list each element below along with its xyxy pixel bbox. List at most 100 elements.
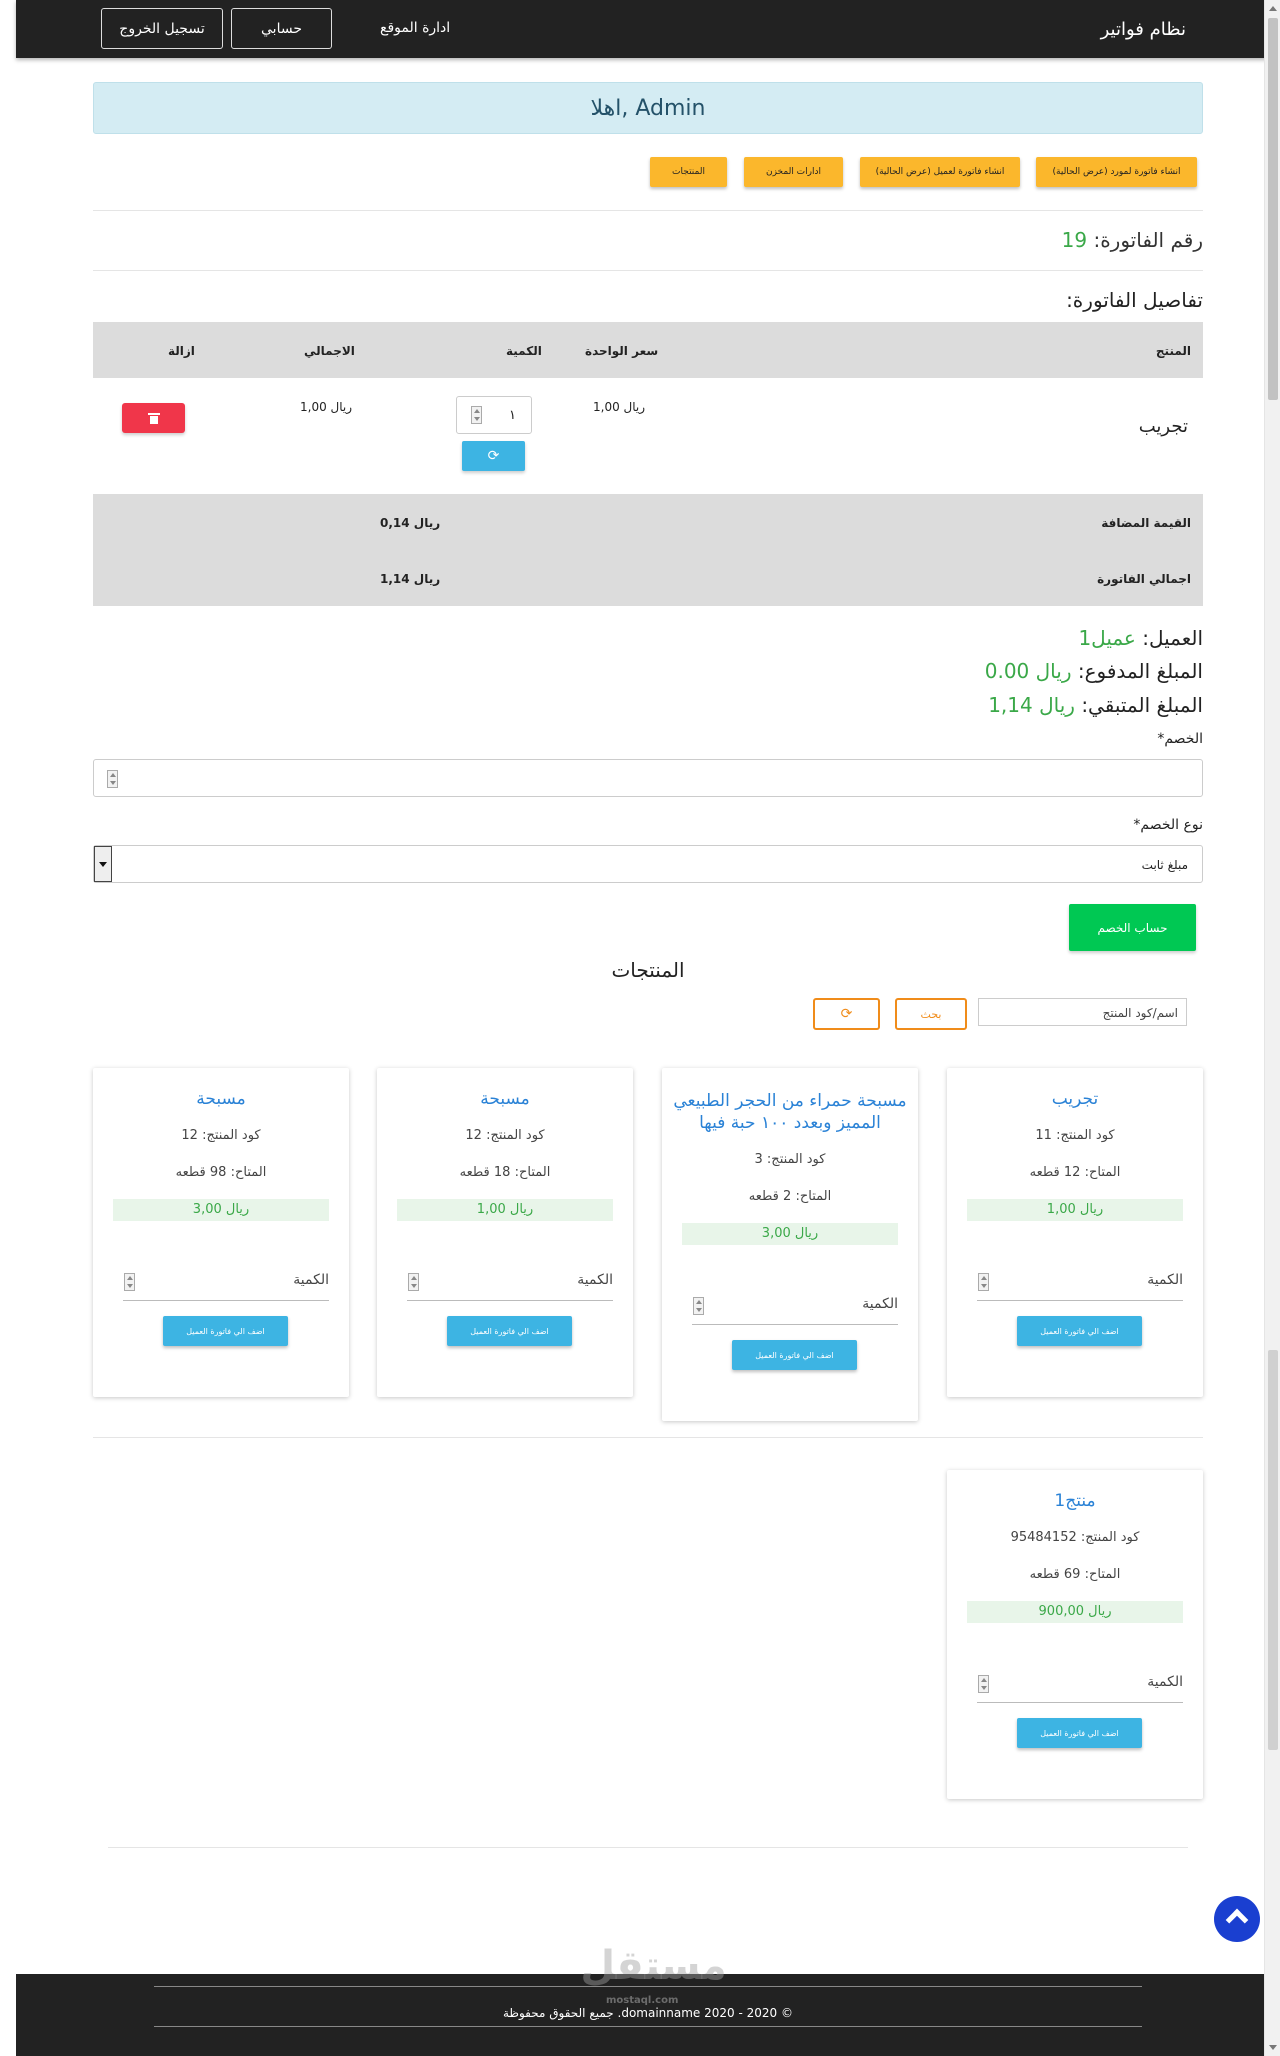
row-product-name: تجريب [1138, 416, 1188, 437]
account-button[interactable]: حسابي [231, 8, 332, 49]
discount-label: الخصم* [1157, 731, 1203, 747]
footer-copyright: © 2020 - 2020 domainname. جميع الحقوق مح… [502, 2006, 794, 2020]
navbar: نظام فواتير ادارة الموقع حسابي تسجيل الخ… [16, 0, 1280, 58]
product-card-qty-input[interactable] [692, 1324, 898, 1325]
spinner-icon[interactable] [693, 1297, 704, 1315]
scroll-down-icon[interactable] [1269, 2045, 1277, 2050]
product-card-qty-label: الكمية [577, 1272, 613, 1288]
col-unit-price: سعر الواحدة [585, 344, 659, 358]
discount-type-label: نوع الخصم* [1133, 817, 1203, 833]
product-card-code: كود المنتج: 3 [754, 1152, 826, 1167]
vat-value: ريال 0,14 [380, 516, 441, 530]
refresh-icon: ⟳ [487, 448, 500, 464]
product-card-code: كود المنتج: 11 [1035, 1128, 1115, 1143]
remove-item-button[interactable] [122, 403, 185, 433]
divider [93, 270, 1203, 271]
invoice-number-label: رقم الفاتورة: [1093, 228, 1203, 252]
paid-info: المبلغ المدفوع: ريال 0.00 [985, 659, 1203, 683]
product-card-stock: المتاح: 98 قطعه [175, 1165, 267, 1180]
add-to-client-invoice-button[interactable]: اضف الي فاتورة العميل [732, 1340, 857, 1370]
chevron-down-icon[interactable] [94, 846, 112, 882]
product-card-stock: المتاح: 12 قطعه [1029, 1165, 1121, 1180]
refresh-icon: ⟳ [840, 1006, 853, 1022]
product-card-price: ريال 1,00 [967, 1199, 1183, 1221]
invoice-details-title: تفاصيل الفاتورة: [1066, 288, 1203, 312]
product-card: مسبحة كود المنتج: 12 المتاح: 18 قطعه ريا… [377, 1068, 633, 1397]
product-card-code: كود المنتج: 12 [181, 1128, 261, 1143]
row-unit-price: ريال 1,00 [593, 400, 646, 414]
logout-button[interactable]: تسجيل الخروج [101, 8, 223, 49]
paid-value: ريال 0.00 [984, 659, 1072, 683]
product-card-qty-input[interactable] [407, 1300, 613, 1301]
row-quantity-input[interactable]: ١ [456, 396, 532, 434]
spinner-icon[interactable] [107, 770, 118, 788]
discount-input[interactable] [93, 759, 1203, 797]
client-label: العميل: [1142, 626, 1203, 650]
vat-label: القيمة المضافة [1101, 516, 1191, 530]
product-card: منتج1 كود المنتج: 95484152 المتاح: 69 قط… [947, 1470, 1203, 1799]
add-to-client-invoice-button[interactable]: اضف الي فاتورة العميل [1017, 1316, 1142, 1346]
products-button[interactable]: المنتجات [650, 157, 727, 187]
calculate-discount-button[interactable]: حساب الخصم [1069, 904, 1196, 951]
watermark-logo: مستقل [580, 1943, 727, 1989]
add-to-client-invoice-button[interactable]: اضف الي فاتورة العميل [447, 1316, 572, 1346]
spinner-icon[interactable] [978, 1273, 989, 1291]
product-card-stock: المتاح: 18 قطعه [459, 1165, 551, 1180]
grand-total-label: اجمالي الفاتورة [1097, 572, 1191, 586]
chevron-up-icon [1225, 1908, 1249, 1932]
discount-type-select[interactable]: مبلغ ثابت [93, 845, 1203, 883]
update-quantity-button[interactable]: ⟳ [462, 441, 525, 471]
create-client-invoice-button[interactable]: انشاء فاتورة لعميل (عرض الحالية) [860, 157, 1020, 187]
product-card-qty-label: الكمية [1147, 1674, 1183, 1690]
product-card-code: كود المنتج: 95484152 [1010, 1530, 1140, 1545]
trash-icon [147, 412, 160, 424]
product-card-qty-input[interactable] [977, 1702, 1183, 1703]
divider [108, 1847, 1188, 1848]
product-card-title[interactable]: مسبحة [103, 1088, 339, 1110]
product-card-title[interactable]: تجريب [957, 1088, 1193, 1110]
product-card-qty-input[interactable] [123, 1300, 329, 1301]
add-to-client-invoice-button[interactable]: اضف الي فاتورة العميل [1017, 1718, 1142, 1748]
add-to-client-invoice-button[interactable]: اضف الي فاتورة العميل [163, 1316, 288, 1346]
product-card-qty-input[interactable] [977, 1300, 1183, 1301]
product-card-title[interactable]: مسبحة حمراء من الحجر الطبيعي المميز وبعد… [672, 1090, 908, 1134]
product-search-input[interactable]: اسم/كود المنتج [978, 998, 1187, 1026]
brand-title[interactable]: نظام فواتير [1101, 19, 1186, 40]
client-info: العميل: عميل1 [1078, 626, 1203, 650]
nav-admin-link[interactable]: ادارة الموقع [380, 20, 450, 36]
page-scrollbar[interactable] [1264, 0, 1280, 2056]
invoice-number: رقم الفاتورة: 19 [1062, 228, 1203, 252]
create-supplier-invoice-button[interactable]: انشاء فاتورة لمورد (عرض الحالية) [1036, 157, 1197, 187]
scrollbar-thumb[interactable] [1268, 18, 1278, 400]
product-card: مسبحة كود المنتج: 12 المتاح: 98 قطعه ريا… [93, 1068, 349, 1397]
product-card-price: ريال 900,00 [967, 1601, 1183, 1623]
grand-total-value: ريال 1,14 [380, 572, 441, 586]
invoice-table-header: المنتج سعر الواحدة الكمية الاجمالي ازالة [93, 322, 1203, 378]
spinner-icon[interactable] [978, 1675, 989, 1693]
product-card: مسبحة حمراء من الحجر الطبيعي المميز وبعد… [662, 1068, 918, 1421]
scroll-up-icon[interactable] [1269, 6, 1277, 11]
spinner-icon[interactable] [408, 1273, 419, 1291]
watermark-url: mostaql.com [606, 1995, 679, 2006]
scroll-to-top-button[interactable] [1214, 1896, 1260, 1942]
scrollbar-thumb[interactable] [1268, 1350, 1278, 1750]
spinner-icon[interactable] [471, 406, 482, 424]
invoice-totals: القيمة المضافة ريال 0,14 اجمالي الفاتورة… [93, 494, 1203, 606]
product-card-title[interactable]: منتج1 [957, 1490, 1193, 1512]
product-card-qty-label: الكمية [293, 1272, 329, 1288]
welcome-text: اهلا, Admin [590, 95, 706, 121]
footer-divider [154, 2026, 1142, 2027]
row-quantity-value: ١ [509, 408, 516, 423]
search-button[interactable]: بحث [895, 998, 967, 1030]
row-total: ريال 1,00 [300, 400, 353, 414]
col-total: الاجمالي [304, 344, 355, 358]
spinner-icon[interactable] [124, 1273, 135, 1291]
product-card-price: ريال 3,00 [113, 1199, 329, 1221]
refresh-products-button[interactable]: ⟳ [813, 998, 880, 1030]
paid-label: المبلغ المدفوع: [1077, 659, 1203, 683]
product-card-title[interactable]: مسبحة [387, 1088, 623, 1110]
col-product: المنتج [1155, 344, 1191, 358]
product-card-price: ريال 3,00 [682, 1223, 898, 1245]
warehouse-button[interactable]: ادارات المخزن [744, 157, 843, 187]
product-card-code: كود المنتج: 12 [465, 1128, 545, 1143]
